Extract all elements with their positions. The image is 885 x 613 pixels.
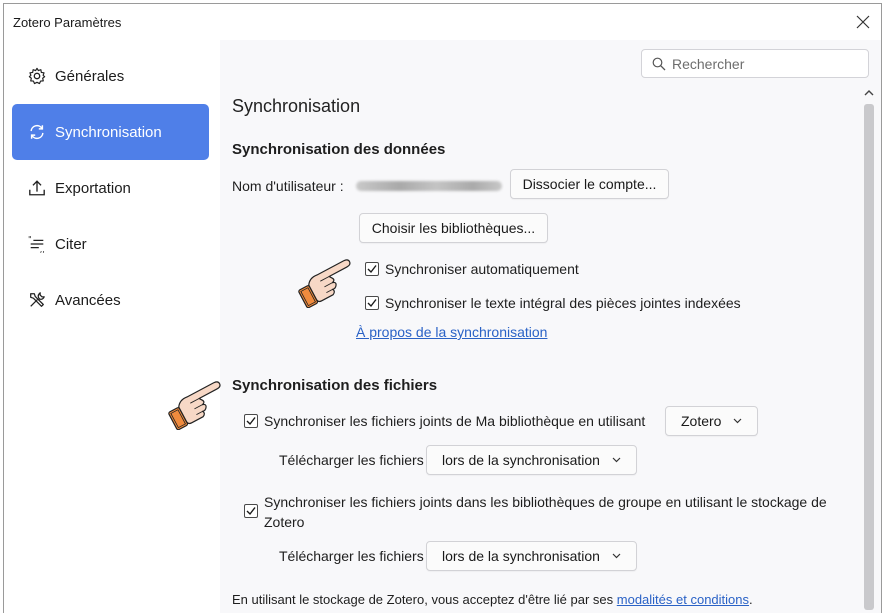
- terms-link[interactable]: modalités et conditions: [617, 592, 749, 607]
- chevron-down-icon: [733, 418, 742, 424]
- unlink-account-button[interactable]: Dissocier le compte...: [510, 169, 669, 199]
- svg-text:": ": [28, 235, 32, 244]
- sidebar-item-citer[interactable]: ",, Citer: [12, 216, 209, 272]
- chevron-down-icon: [612, 457, 621, 463]
- download-files-label-2: Télécharger les fichiers: [279, 548, 424, 564]
- sidebar-item-avancees[interactable]: Avancées: [12, 272, 209, 328]
- my-library-sync-label[interactable]: Synchroniser les fichiers joints de Ma b…: [264, 413, 645, 429]
- checkmark-icon: [367, 299, 377, 308]
- gear-icon: [27, 66, 47, 86]
- data-sync-section-title: Synchronisation des données: [232, 141, 446, 158]
- sidebar-item-label: Exportation: [55, 179, 131, 197]
- scroll-thumb[interactable]: [864, 104, 874, 610]
- svg-text:,,: ,,: [40, 244, 45, 253]
- scroll-up-arrow[interactable]: [864, 86, 874, 100]
- pointing-hand-icon: [298, 259, 351, 308]
- download-files-select-2[interactable]: lors de la synchronisation: [426, 541, 637, 571]
- select-value: lors de la synchronisation: [442, 548, 600, 564]
- search-box[interactable]: [641, 49, 869, 78]
- username-label: Nom d'utilisateur :: [232, 178, 344, 194]
- sidebar-item-label: Générales: [55, 67, 125, 85]
- search-input[interactable]: [672, 55, 852, 72]
- select-value: lors de la synchronisation: [442, 452, 600, 468]
- checkmark-icon: [367, 265, 377, 274]
- my-library-storage-select[interactable]: Zotero: [665, 406, 758, 436]
- select-value: Zotero: [681, 413, 722, 429]
- download-files-label-1: Télécharger les fichiers: [279, 452, 424, 468]
- page-title: Synchronisation: [232, 96, 361, 116]
- sidebar-item-label: Citer: [55, 235, 87, 253]
- username-value-redacted: [356, 181, 502, 191]
- tools-icon: [27, 290, 47, 310]
- preferences-window: Zotero Paramètres Générales Synchronisat…: [3, 3, 882, 613]
- search-icon: [652, 57, 666, 70]
- sidebar-item-synchronisation[interactable]: Synchronisation: [12, 104, 209, 160]
- pointing-hand-icon: [168, 381, 221, 430]
- group-sync-label-line1[interactable]: Synchroniser les fichiers joints dans le…: [264, 494, 827, 510]
- sidebar: Générales Synchronisation Exportation ",…: [4, 40, 220, 613]
- terms-notice-text: En utilisant le stockage de Zotero, vous…: [232, 592, 614, 607]
- about-sync-link[interactable]: À propos de la synchronisation: [356, 324, 547, 340]
- quote-icon: ",,: [27, 234, 47, 254]
- sidebar-item-label: Synchronisation: [55, 123, 162, 141]
- title-bar: Zotero Paramètres: [4, 4, 881, 40]
- group-sync-checkbox[interactable]: [244, 504, 258, 518]
- file-sync-section-title: Synchronisation des fichiers: [232, 377, 438, 394]
- chevron-up-icon: [864, 90, 874, 96]
- chevron-down-icon: [612, 553, 621, 559]
- export-icon: [27, 178, 47, 198]
- fulltext-sync-checkbox[interactable]: [365, 296, 379, 310]
- auto-sync-label[interactable]: Synchroniser automatiquement: [385, 261, 579, 277]
- group-sync-label-line2[interactable]: Zotero: [264, 514, 304, 530]
- checkmark-icon: [246, 507, 256, 516]
- main-panel: Synchronisation Synchronisation des donn…: [220, 40, 881, 613]
- fulltext-sync-label[interactable]: Synchroniser le texte intégral des pièce…: [385, 295, 741, 311]
- sync-icon: [27, 122, 47, 142]
- terms-period: .: [749, 592, 753, 607]
- auto-sync-checkbox[interactable]: [365, 262, 379, 276]
- choose-libraries-button[interactable]: Choisir les bibliothèques...: [359, 213, 548, 243]
- terms-notice: En utilisant le stockage de Zotero, vous…: [232, 592, 753, 607]
- my-library-sync-checkbox[interactable]: [244, 414, 258, 428]
- checkmark-icon: [246, 417, 256, 426]
- sidebar-item-generales[interactable]: Générales: [12, 48, 209, 104]
- scrollbar[interactable]: [862, 86, 876, 613]
- window-title: Zotero Paramètres: [13, 15, 122, 30]
- sidebar-item-label: Avancées: [55, 291, 121, 309]
- close-icon: [856, 15, 870, 29]
- download-files-select-1[interactable]: lors de la synchronisation: [426, 445, 637, 475]
- close-button[interactable]: [851, 10, 875, 34]
- sidebar-item-exportation[interactable]: Exportation: [12, 160, 209, 216]
